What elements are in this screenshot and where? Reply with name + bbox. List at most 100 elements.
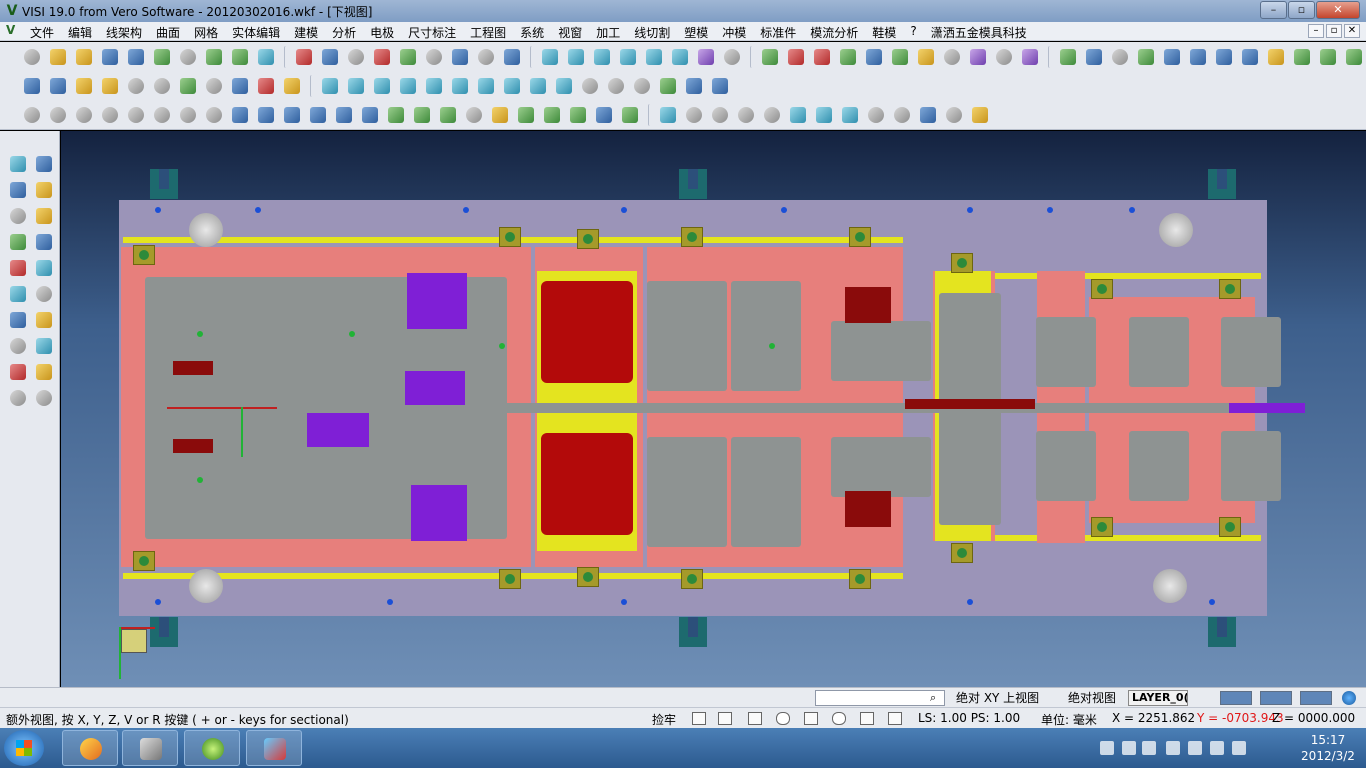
taskbar-app-icon[interactable]: [246, 730, 302, 766]
menu-wireframe[interactable]: 线架构: [106, 24, 142, 41]
minimize-button[interactable]: –: [1260, 1, 1287, 19]
pin3-icon[interactable]: [734, 104, 758, 126]
undo-icon[interactable]: [202, 46, 226, 68]
spring2-icon[interactable]: [890, 104, 914, 126]
primitive-pocket-icon[interactable]: [488, 104, 512, 126]
taskbar-tool-icon[interactable]: [122, 730, 178, 766]
solid-add-icon[interactable]: [72, 75, 96, 97]
solid-view-icon[interactable]: [32, 283, 56, 305]
menu-flow-analysis[interactable]: 模流分析: [810, 24, 858, 41]
menu-wire-cut[interactable]: 线切割: [634, 24, 670, 41]
primitive-hollow-icon[interactable]: [280, 104, 304, 126]
menu-analysis[interactable]: 分析: [332, 24, 356, 41]
grid-snap-icon[interactable]: [692, 712, 706, 725]
export-icon[interactable]: [150, 46, 174, 68]
refresh-icon[interactable]: [656, 104, 680, 126]
block-icon[interactable]: [1134, 46, 1158, 68]
sheet-fold-icon[interactable]: [564, 46, 588, 68]
primitive-rib-icon[interactable]: [436, 104, 460, 126]
menu-view[interactable]: 视窗: [558, 24, 582, 41]
bushing3-icon[interactable]: [838, 104, 862, 126]
keyboard-icon[interactable]: [1100, 741, 1114, 755]
sheet-flip-icon[interactable]: [668, 46, 692, 68]
bend-icon[interactable]: [656, 75, 680, 97]
trash-icon[interactable]: [6, 335, 30, 357]
primitive-pipe-icon[interactable]: [306, 104, 330, 126]
menu-machining[interactable]: 加工: [596, 24, 620, 41]
zoom-window-icon[interactable]: [6, 153, 30, 175]
help-icon[interactable]: [6, 309, 30, 331]
primitive-torus-icon[interactable]: [150, 104, 174, 126]
zoom-out-icon[interactable]: [32, 205, 56, 227]
primitive-gear-icon[interactable]: [592, 104, 616, 126]
solid-chamfer-icon[interactable]: [202, 75, 226, 97]
layers-icon[interactable]: [6, 257, 30, 279]
security-icon[interactable]: [1188, 741, 1202, 755]
network-flag-icon[interactable]: [1166, 741, 1180, 755]
primitive-box-icon[interactable]: [20, 104, 44, 126]
solid-draft-icon[interactable]: [280, 75, 304, 97]
undo-view-icon[interactable]: [32, 335, 56, 357]
stack-icon[interactable]: [940, 46, 964, 68]
plane-view-icon[interactable]: [32, 257, 56, 279]
solid-cylinder-icon[interactable]: [46, 75, 70, 97]
zoom-in-icon[interactable]: [6, 205, 30, 227]
primitive-wedge-icon[interactable]: [202, 104, 226, 126]
network-icon[interactable]: [682, 75, 706, 97]
node-icon[interactable]: [708, 75, 732, 97]
tool-icon[interactable]: [942, 104, 966, 126]
loft-icon[interactable]: [526, 75, 550, 97]
layer-selector[interactable]: LAYER_0(: [1128, 690, 1188, 706]
refresh-view-icon[interactable]: [6, 283, 30, 305]
arrow-icon[interactable]: [1316, 46, 1340, 68]
rotate-icon[interactable]: [396, 46, 420, 68]
menu-plugin[interactable]: 潇洒五金模具科技: [931, 24, 1027, 41]
menu-drawing[interactable]: 工程图: [470, 24, 506, 41]
link-icon[interactable]: [1290, 46, 1314, 68]
cap-icon[interactable]: [500, 46, 524, 68]
search-icon[interactable]: ⌕: [930, 691, 936, 705]
sweep-icon[interactable]: [500, 75, 524, 97]
solid-shell-icon[interactable]: [228, 75, 252, 97]
blend-icon[interactable]: [552, 75, 576, 97]
close-button[interactable]: ✕: [1316, 1, 1360, 19]
grid-icon[interactable]: [968, 104, 992, 126]
menu-shoe-mold[interactable]: 鞋模: [872, 24, 896, 41]
color-swatch[interactable]: [1260, 691, 1292, 705]
pattern-icon[interactable]: [474, 75, 498, 97]
save-icon[interactable]: [98, 46, 122, 68]
sheet-unfold-icon[interactable]: [590, 46, 614, 68]
primitive-ring-icon[interactable]: [176, 104, 200, 126]
open-file-icon[interactable]: [46, 46, 70, 68]
curve-icon[interactable]: [370, 75, 394, 97]
project-icon[interactable]: [396, 75, 420, 97]
solid-cut-icon[interactable]: [254, 75, 278, 97]
maximize-button[interactable]: ▫: [1288, 1, 1315, 19]
start-button[interactable]: [4, 730, 44, 766]
primitive-groove-icon[interactable]: [514, 104, 538, 126]
solid-intersect-icon[interactable]: [124, 75, 148, 97]
primitive-step-icon[interactable]: [358, 104, 382, 126]
primitive-frame-icon[interactable]: [332, 104, 356, 126]
menu-edit[interactable]: 编辑: [68, 24, 92, 41]
blade-icon[interactable]: [422, 46, 446, 68]
rotate-view-icon[interactable]: [6, 231, 30, 253]
primitive-hole-icon[interactable]: [384, 104, 408, 126]
primitive-spin-icon[interactable]: [566, 104, 590, 126]
solid-split-icon[interactable]: [150, 75, 174, 97]
color-swatch[interactable]: [1220, 691, 1252, 705]
primitive-thread-icon[interactable]: [540, 104, 564, 126]
arrow-left-icon[interactable]: [6, 387, 30, 409]
filter-icon[interactable]: [6, 361, 30, 383]
plane-icon[interactable]: [318, 75, 342, 97]
cancel-icon[interactable]: [832, 712, 846, 725]
magnet-icon[interactable]: [370, 46, 394, 68]
bushing2-icon[interactable]: [812, 104, 836, 126]
die-icon[interactable]: [784, 46, 808, 68]
menu-system[interactable]: 系统: [520, 24, 544, 41]
view-xy-top-button[interactable]: 绝对 XY 上视图: [956, 690, 1039, 706]
spring-icon[interactable]: [1160, 46, 1184, 68]
window-split-icon[interactable]: [254, 46, 278, 68]
cube-tilt-icon[interactable]: [1018, 46, 1042, 68]
solid-subtract-icon[interactable]: [98, 75, 122, 97]
